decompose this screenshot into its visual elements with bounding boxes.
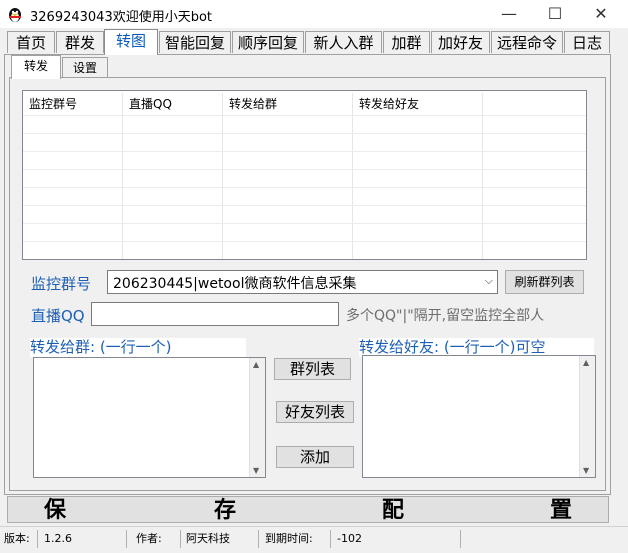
column-forward-group[interactable]: 转发给群 — [229, 95, 277, 112]
expiry-value: -102 — [337, 532, 362, 545]
row-line — [23, 205, 586, 206]
column-live-qq[interactable]: 直播QQ — [129, 95, 172, 112]
live-qq-input[interactable] — [91, 302, 339, 326]
close-button[interactable]: ✕ — [578, 0, 624, 28]
penguin-icon — [9, 8, 21, 22]
version-value: 1.2.6 — [44, 532, 72, 545]
live-qq-label: 直播QQ — [31, 307, 85, 325]
monitor-group-select[interactable]: 206230445|wetool微商软件信息采集 ⌵ — [107, 270, 498, 294]
row-line — [23, 169, 586, 170]
status-divider — [126, 530, 127, 548]
row-line — [23, 133, 586, 134]
forward-groups-label: 转发给群: (一行一个) — [30, 338, 246, 357]
version-label: 版本: — [4, 532, 30, 545]
tab-remote-command[interactable]: 远程命令 — [491, 31, 563, 53]
chevron-down-icon[interactable]: ⌵ — [485, 274, 493, 288]
tab-home[interactable]: 首页 — [7, 31, 55, 53]
forward-groups-textarea[interactable]: ▲ ▼ — [33, 357, 266, 478]
status-bar: 版本: 1.2.6 作者: 阿天科技 到期时间: -102 — [0, 526, 628, 553]
expiry-label: 到期时间: — [265, 532, 313, 545]
status-divider — [460, 530, 461, 548]
scroll-down-icon[interactable]: ▼ — [583, 466, 589, 475]
minimize-button[interactable]: — — [486, 0, 532, 28]
save-config-button[interactable]: 保 存 配 置 — [7, 496, 609, 523]
row-line — [23, 241, 586, 242]
column-divider — [122, 93, 123, 259]
friend-list-button[interactable]: 好友列表 — [276, 401, 354, 423]
column-forward-friend[interactable]: 转发给好友 — [359, 95, 419, 112]
status-divider — [258, 530, 259, 548]
group-list-button[interactable]: 群列表 — [274, 358, 351, 380]
save-button-char: 保 — [44, 497, 67, 523]
scroll-down-icon[interactable]: ▼ — [253, 466, 259, 475]
tab-sequential-reply[interactable]: 顺序回复 — [232, 31, 304, 53]
monitor-group-label: 监控群号 — [31, 275, 92, 293]
column-divider — [482, 93, 483, 259]
scrollbar[interactable]: ▲ ▼ — [579, 356, 595, 477]
tab-mass-send[interactable]: 群发 — [56, 31, 104, 53]
status-divider — [37, 530, 38, 548]
forward-rules-list[interactable]: 监控群号 直播QQ 转发给群 转发给好友 — [22, 90, 587, 260]
row-line — [23, 115, 586, 116]
save-button-char: 存 — [214, 497, 237, 523]
monitor-group-value: 206230445|wetool微商软件信息采集 — [113, 276, 357, 292]
title-bar: 3269243043欢迎使用小天bot — ☐ ✕ — [0, 0, 628, 28]
scrollbar[interactable]: ▲ ▼ — [249, 358, 265, 477]
save-button-char: 配 — [382, 497, 405, 523]
forward-friends-textarea[interactable]: ▲ ▼ — [362, 355, 596, 478]
status-divider — [330, 530, 331, 548]
column-monitor-group[interactable]: 监控群号 — [29, 95, 77, 112]
live-qq-hint: 多个QQ"|"隔开,留空监控全部人 — [346, 308, 545, 324]
column-divider — [222, 93, 223, 259]
tab-add-friend[interactable]: 加好友 — [431, 31, 490, 53]
status-divider — [180, 530, 181, 548]
window-title: 3269243043欢迎使用小天bot — [30, 10, 213, 25]
tab-join-group[interactable]: 加群 — [383, 31, 430, 53]
row-line — [23, 223, 586, 224]
tab-smart-reply[interactable]: 智能回复 — [159, 31, 231, 53]
row-line — [23, 151, 586, 152]
tab-forward-image[interactable]: 转图 — [104, 29, 158, 55]
tab-log[interactable]: 日志 — [564, 31, 610, 53]
scroll-up-icon[interactable]: ▲ — [253, 360, 259, 369]
author-label: 作者: — [136, 532, 162, 545]
refresh-group-list-button[interactable]: 刷新群列表 — [505, 270, 584, 294]
subtab-forward[interactable]: 转发 — [11, 55, 61, 79]
row-line — [23, 187, 586, 188]
maximize-button[interactable]: ☐ — [532, 0, 578, 28]
column-divider — [352, 93, 353, 259]
save-button-char: 置 — [550, 497, 573, 523]
subtab-settings[interactable]: 设置 — [62, 57, 108, 78]
author-value: 阿天科技 — [186, 532, 230, 545]
tab-new-member[interactable]: 新人入群 — [305, 31, 382, 53]
scroll-up-icon[interactable]: ▲ — [583, 358, 589, 367]
add-button[interactable]: 添加 — [276, 446, 354, 468]
